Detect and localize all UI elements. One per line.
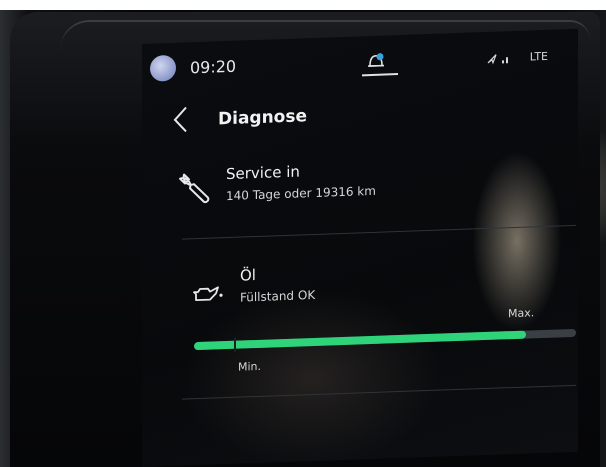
notification-indicator-line <box>362 73 398 77</box>
oil-can-icon <box>190 281 226 306</box>
service-title: Service in <box>226 162 300 184</box>
network-label: LTE <box>529 49 548 64</box>
clock: 09:20 <box>190 56 237 78</box>
connectivity-status: LTE <box>486 50 548 65</box>
wrench-icon <box>176 167 216 208</box>
oil-max-label: Max. <box>508 306 535 321</box>
oil-level-fill <box>194 330 527 351</box>
oil-level-bar <box>194 328 576 352</box>
top-white-strip <box>0 0 606 10</box>
page-header: Diagnose <box>142 87 578 142</box>
service-subtitle: 140 Tage oder 19316 km <box>226 183 376 204</box>
oil-subtitle: Füllstand OK <box>240 287 316 305</box>
notification-bell-icon[interactable] <box>356 49 396 74</box>
location-signal-icon <box>487 54 509 65</box>
back-button[interactable] <box>170 104 192 135</box>
oil-min-marker <box>234 337 236 352</box>
chevron-left-icon <box>173 106 187 133</box>
oil-min-label: Min. <box>238 359 262 374</box>
infotainment-screen: 09:20 LTE Diagnose Service in 140 Tage o… <box>142 28 578 467</box>
oil-row: Öl Füllstand OK Max. Min. <box>142 251 578 386</box>
oil-title: Öl <box>240 266 256 285</box>
page-title: Diagnose <box>218 106 308 130</box>
profile-avatar[interactable] <box>150 54 176 82</box>
